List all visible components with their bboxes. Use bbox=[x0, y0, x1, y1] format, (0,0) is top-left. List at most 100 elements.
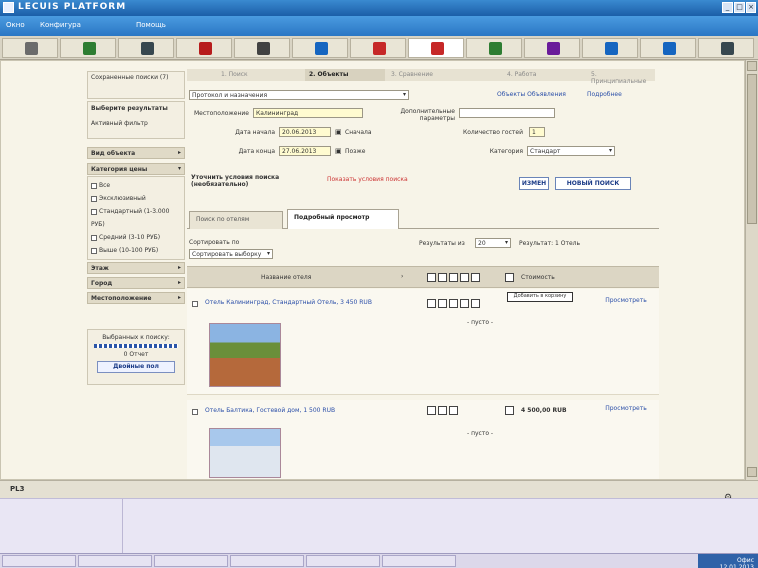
toolbar-button-10[interactable] bbox=[524, 38, 580, 58]
hdr-icon-4[interactable] bbox=[460, 273, 469, 282]
menu-item-window[interactable]: Окно bbox=[6, 21, 25, 29]
hdr-icon-5[interactable] bbox=[471, 273, 480, 282]
row-icon-4[interactable] bbox=[460, 299, 469, 308]
toolbar-button-3[interactable] bbox=[118, 38, 174, 58]
section-location[interactable]: Местоположение ▸ bbox=[87, 292, 185, 304]
section-type[interactable]: Вид объекта ▸ bbox=[87, 147, 185, 159]
scroll-thumb[interactable] bbox=[747, 74, 757, 224]
app-icon bbox=[3, 2, 14, 13]
guests-input[interactable]: 1 bbox=[529, 127, 545, 137]
hotel-photo[interactable] bbox=[209, 323, 281, 387]
row-icon-3[interactable] bbox=[449, 406, 458, 415]
change-button[interactable]: ИЗМЕН bbox=[519, 177, 549, 190]
taskbar-item[interactable] bbox=[78, 555, 152, 567]
result-name[interactable]: Отель Калининград, Стандартный Отель, 3 … bbox=[205, 299, 385, 306]
category-option[interactable]: Стандартный (1-3.000 РУБ) bbox=[91, 205, 181, 231]
step-work[interactable]: 4. Работа bbox=[503, 69, 540, 81]
row-icon-1[interactable] bbox=[427, 406, 436, 415]
taskbar-item[interactable] bbox=[306, 555, 380, 567]
category-option[interactable]: Выше (10-100 РУБ) bbox=[91, 244, 181, 257]
toolbar-icon-8 bbox=[431, 42, 444, 55]
category-option[interactable]: Средний (3-10 РУБ) bbox=[91, 231, 181, 244]
hdr-icon-2[interactable] bbox=[438, 273, 447, 282]
step-compare[interactable]: 3. Сравнение bbox=[387, 69, 437, 81]
toolbar-button-12[interactable] bbox=[640, 38, 696, 58]
vertical-scrollbar[interactable] bbox=[745, 60, 758, 480]
toolbar-button-7[interactable] bbox=[350, 38, 406, 58]
menu-item-config[interactable]: Конфигура bbox=[40, 21, 81, 29]
close-button[interactable]: × bbox=[746, 2, 756, 13]
date-to-label: Дата конца bbox=[238, 148, 275, 155]
category-option[interactable]: Эксклюзивный bbox=[91, 192, 181, 205]
toolbar-button-2[interactable] bbox=[60, 38, 116, 58]
show-conditions-link[interactable]: Показать условия поиска bbox=[327, 176, 408, 183]
maximize-button[interactable]: □ bbox=[734, 2, 745, 13]
location-input[interactable]: Калининград bbox=[253, 108, 363, 118]
date-from-input[interactable]: 20.06.2013 bbox=[279, 127, 331, 137]
minimize-button[interactable]: _ bbox=[722, 2, 733, 13]
category-option[interactable]: Все bbox=[91, 179, 181, 192]
page-size-select[interactable]: 20 ▾ bbox=[475, 238, 511, 248]
hdr-icon-6[interactable] bbox=[505, 273, 514, 282]
tab-detail-view[interactable]: Подробный просмотр bbox=[287, 209, 399, 229]
section-category[interactable]: Категория цены ▾ bbox=[87, 163, 185, 175]
col-price-header[interactable]: Стоимость bbox=[521, 274, 555, 281]
new-search-button[interactable]: НОВЫЙ ПОИСК bbox=[555, 177, 631, 190]
row-icon-3[interactable] bbox=[449, 299, 458, 308]
saved-searches[interactable]: Сохраненные поиски (7) bbox=[87, 71, 185, 99]
menu-item-help[interactable]: Помощь bbox=[136, 21, 166, 29]
hotel-photo[interactable] bbox=[209, 428, 281, 478]
row-icon-2[interactable] bbox=[438, 299, 447, 308]
extra-params-input[interactable] bbox=[459, 108, 555, 118]
col-name-header[interactable]: Название отеля bbox=[261, 274, 311, 281]
calendar-icon[interactable]: ▣ bbox=[335, 128, 342, 136]
scroll-up-icon[interactable] bbox=[747, 61, 757, 71]
view-link[interactable]: Просмотреть bbox=[601, 297, 651, 304]
toolbar-button-11[interactable] bbox=[582, 38, 638, 58]
results-header: Название отеля › Стоимость bbox=[187, 266, 659, 288]
basket-button[interactable]: Двойные пол bbox=[97, 361, 175, 373]
chevron-down-icon: ▾ bbox=[608, 147, 612, 154]
taskbar-item[interactable] bbox=[230, 555, 304, 567]
calendar-icon[interactable]: ▣ bbox=[335, 147, 342, 155]
hdr-icon-3[interactable] bbox=[449, 273, 458, 282]
section-city-label: Город bbox=[91, 280, 113, 287]
row-icon-1[interactable] bbox=[427, 299, 436, 308]
toolbar-button-6[interactable] bbox=[292, 38, 348, 58]
choose-results-box: Выберите результаты Активный фильтр bbox=[87, 101, 185, 139]
row-checkbox[interactable] bbox=[192, 409, 198, 415]
hdr-icon-1[interactable] bbox=[427, 273, 436, 282]
taskbar-item[interactable] bbox=[2, 555, 76, 567]
toolbar-button-4[interactable] bbox=[176, 38, 232, 58]
step-objects[interactable]: 2. Объекты bbox=[305, 69, 385, 81]
category-select[interactable]: Стандарт ▾ bbox=[527, 146, 615, 156]
objects-link[interactable]: Объекты Объявления bbox=[497, 91, 566, 98]
section-city[interactable]: Город ▸ bbox=[87, 277, 185, 289]
row-icon-5[interactable] bbox=[471, 299, 480, 308]
basket-title: Выбранных к поиску: bbox=[102, 334, 170, 341]
step-final[interactable]: 5. Принципиальные bbox=[587, 69, 655, 85]
toolbar-button-9[interactable] bbox=[466, 38, 522, 58]
result-row: Отель Калининград, Стандартный Отель, 3 … bbox=[187, 289, 659, 395]
sort-select[interactable]: Сортировать выборку ▾ bbox=[189, 249, 273, 259]
sort-icon[interactable]: › bbox=[401, 273, 403, 280]
scroll-down-icon[interactable] bbox=[747, 467, 757, 477]
date-to-input[interactable]: 27.06.2013 bbox=[279, 146, 331, 156]
search-type-select[interactable]: Протокол и назначения ▾ bbox=[189, 90, 409, 100]
toolbar-button-13[interactable] bbox=[698, 38, 754, 58]
toolbar-button-5[interactable] bbox=[234, 38, 290, 58]
taskbar: Офис 12.01.2013 bbox=[0, 553, 758, 568]
row-checkbox[interactable] bbox=[192, 301, 198, 307]
toolbar-button-1[interactable] bbox=[2, 38, 58, 58]
tab-hotel-search[interactable]: Поиск по отелям bbox=[189, 211, 283, 229]
row-icon-6[interactable] bbox=[505, 406, 514, 415]
row-icon-2[interactable] bbox=[438, 406, 447, 415]
taskbar-item[interactable] bbox=[382, 555, 456, 567]
toolbar-button-8[interactable] bbox=[408, 38, 464, 58]
details-link[interactable]: Подробнее bbox=[587, 91, 622, 98]
taskbar-item[interactable] bbox=[154, 555, 228, 567]
view-link[interactable]: Просмотреть bbox=[601, 405, 651, 412]
result-name[interactable]: Отель Балтика, Гостевой дом, 1 500 RUB bbox=[205, 407, 385, 414]
step-search[interactable]: 1. Поиск bbox=[217, 69, 252, 81]
section-floor[interactable]: Этаж ▸ bbox=[87, 262, 185, 274]
